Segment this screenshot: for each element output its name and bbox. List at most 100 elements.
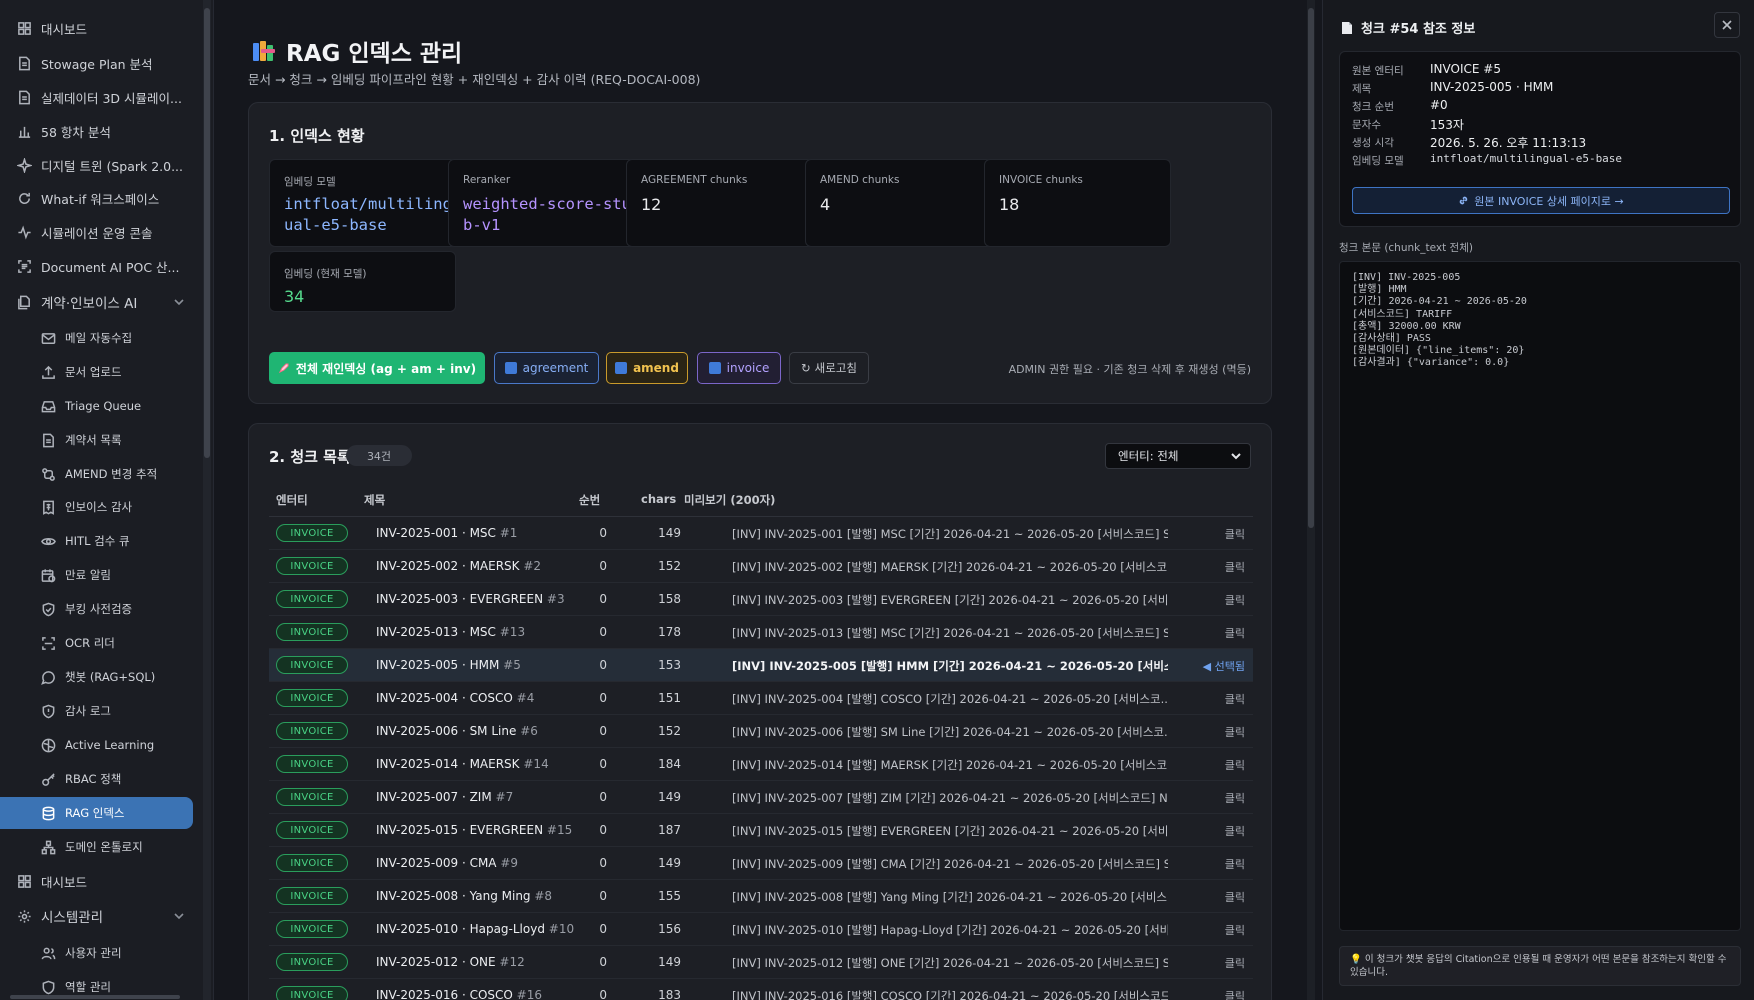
source-detail-label: 원본 INVOICE 상세 페이지로 →: [1474, 194, 1624, 208]
sidebar-item[interactable]: 감사 로그: [0, 695, 200, 727]
table-row[interactable]: INVOICE INV-2025-007 · ZIM #7 0 149 [INV] IN…: [269, 781, 1253, 814]
scan-text-icon: [15, 257, 33, 275]
table-row[interactable]: INVOICE INV-2025-008 · Yang Ming #8 0 155 [I…: [269, 880, 1253, 913]
chunk-id-tag: #2: [523, 559, 542, 573]
row-action[interactable]: 클릭: [1225, 856, 1245, 872]
row-action[interactable]: 클릭: [1225, 724, 1245, 740]
entity-badge: INVOICE: [276, 986, 348, 1000]
sidebar-item[interactable]: 문서 업로드: [0, 356, 200, 388]
sidebar-item[interactable]: OCR 리더: [0, 627, 200, 659]
sidebar-item[interactable]: What-if 워크스페이스: [0, 182, 200, 214]
sidebar-item[interactable]: Stowage Plan 분석: [0, 47, 200, 79]
entity-filter-select[interactable]: 엔터티: 전체: [1105, 443, 1251, 469]
table-row[interactable]: INVOICE INV-2025-010 · Hapag-Lloyd #10 0 15…: [269, 913, 1253, 946]
sidebar-item[interactable]: 58 항차 분석: [0, 115, 200, 147]
sidebar-item[interactable]: 챗봇 (RAG+SQL): [0, 661, 200, 693]
chunk-title-text: INV-2025-012 · ONE: [376, 955, 496, 969]
sidebar-item[interactable]: 도메인 온톨로지: [0, 831, 200, 863]
reindex-invoice-button[interactable]: invoice: [697, 352, 781, 384]
main-scrollbar[interactable]: [1307, 0, 1315, 1000]
table-row[interactable]: INVOICE INV-2025-012 · ONE #12 0 149 [INV] I…: [269, 946, 1253, 979]
row-action[interactable]: 클릭: [1225, 889, 1245, 905]
table-row[interactable]: INVOICE INV-2025-002 · MAERSK #2 0 152 [INV]…: [269, 550, 1253, 583]
table-row[interactable]: INVOICE INV-2025-005 · HMM #5 0 153 [INV] IN…: [269, 649, 1253, 682]
chunk-title-text: INV-2025-015 · EVERGREEN: [376, 823, 544, 837]
chunk-chars: 178: [658, 625, 681, 639]
table-row[interactable]: INVOICE INV-2025-014 · MAERSK #14 0 184 [INV…: [269, 748, 1253, 781]
chunk-preview: [INV] INV-2025-004 [발행] COSCO [기간] 2026-…: [732, 692, 1168, 706]
sidebar-item[interactable]: 계약서 목록: [0, 424, 200, 456]
sidebar-item[interactable]: Triage Queue: [0, 390, 200, 422]
chunk-id-tag: #6: [520, 724, 538, 738]
table-row[interactable]: INVOICE INV-2025-004 · COSCO #4 0 151 [INV] …: [269, 682, 1253, 715]
sidebar-item[interactable]: 부킹 사전검증: [0, 593, 200, 625]
metric-card: AMEND chunks 4: [805, 159, 992, 247]
close-button[interactable]: [1714, 12, 1740, 38]
sidebar-item-label: 시뮬레이션 운영 콘솔: [41, 225, 153, 241]
metric-card: Reranker weighted-score-stub-v1: [448, 159, 635, 247]
chunk-chars: 184: [658, 757, 681, 771]
refresh-button[interactable]: ↻ 새로고침: [789, 352, 869, 384]
panel-title: 청크 #54 참조 정보: [1341, 18, 1475, 37]
reindex-agreement-button[interactable]: agreement: [494, 352, 599, 384]
row-action[interactable]: 클릭: [1225, 526, 1245, 542]
chunk-title: INV-2025-013 · MSC #13: [376, 625, 525, 639]
table-row[interactable]: INVOICE INV-2025-013 · MSC #13 0 178 [INV] I…: [269, 616, 1253, 649]
chunk-title: INV-2025-010 · Hapag-Lloyd #10: [376, 922, 574, 936]
sidebar-item[interactable]: 인보이스 감사: [0, 491, 200, 523]
page-title: RAG 인덱스 관리: [252, 34, 462, 68]
row-action[interactable]: ◀ 선택됨: [1203, 658, 1245, 674]
row-action[interactable]: 클릭: [1225, 823, 1245, 839]
table-row[interactable]: INVOICE INV-2025-016 · COSCO #16 0 183 [INV]…: [269, 979, 1253, 1000]
receipt-icon: [39, 498, 57, 516]
row-action[interactable]: 클릭: [1225, 790, 1245, 806]
sidebar-item[interactable]: 대시보드: [0, 865, 200, 897]
sidebar-item[interactable]: Document AI POC 산...: [0, 250, 200, 282]
sidebar-item[interactable]: 시뮬레이션 운영 콘솔: [0, 216, 200, 248]
reindex-amend-button[interactable]: amend: [606, 352, 688, 384]
table-row[interactable]: INVOICE INV-2025-003 · EVERGREEN #3 0 158 [I…: [269, 583, 1253, 616]
sidebar-item[interactable]: 사용자 관리: [0, 937, 200, 969]
sidebar-item[interactable]: 디지털 트윈 (Spark 2.0...: [0, 149, 200, 181]
row-action[interactable]: 클릭: [1225, 988, 1245, 1000]
sidebar-item[interactable]: 시스템관리: [0, 900, 200, 932]
table-row[interactable]: INVOICE INV-2025-015 · EVERGREEN #15 0 187 […: [269, 814, 1253, 847]
entity-badge: INVOICE: [276, 689, 348, 707]
sidebar-item[interactable]: Active Learning: [0, 729, 200, 761]
row-action[interactable]: 클릭: [1225, 955, 1245, 971]
repeat-icon: [504, 362, 517, 374]
activity-icon: [15, 223, 33, 241]
metric-label: INVOICE chunks: [999, 174, 1083, 186]
eye-icon: [39, 532, 57, 550]
table-row[interactable]: INVOICE INV-2025-006 · SM Line #6 0 152 [INV…: [269, 715, 1253, 748]
dashboard-icon: [15, 19, 33, 37]
sidebar-item-label: 대시보드: [41, 21, 88, 37]
row-action[interactable]: 클릭: [1225, 559, 1245, 575]
sidebar-horizontal-scrollbar[interactable]: [0, 994, 200, 1000]
chunk-title: INV-2025-009 · CMA #9: [376, 856, 518, 870]
row-action[interactable]: 클릭: [1225, 691, 1245, 707]
sidebar-item[interactable]: 실제데이터 3D 시뮬레이...: [0, 81, 200, 113]
sidebar-item[interactable]: 만료 알림: [0, 559, 200, 591]
sidebar-item[interactable]: 메일 자동수집: [0, 322, 200, 354]
sidebar-item[interactable]: AMEND 변경 추적: [0, 458, 200, 490]
sidebar-item[interactable]: RAG 인덱스: [0, 797, 193, 829]
sidebar-item[interactable]: 대시보드: [0, 12, 200, 44]
sidebar-item[interactable]: RBAC 정책: [0, 763, 200, 795]
sidebar-horizontal-scrollbar-thumb[interactable]: [10, 995, 180, 999]
main-scrollbar-thumb[interactable]: [1308, 8, 1314, 528]
reindex-all-button[interactable]: 전체 재인덱싱 (ag + am + inv): [269, 352, 485, 384]
sidebar-scrollbar[interactable]: [203, 0, 211, 1000]
row-action[interactable]: 클릭: [1225, 592, 1245, 608]
row-action[interactable]: 클릭: [1225, 625, 1245, 641]
table-row[interactable]: INVOICE INV-2025-009 · CMA #9 0 149 [INV] IN…: [269, 847, 1253, 880]
sidebar-scrollbar-thumb[interactable]: [204, 8, 210, 458]
sidebar-item[interactable]: HITL 검수 큐: [0, 525, 200, 557]
chunk-title-text: INV-2025-005 · HMM: [376, 658, 500, 672]
table-row[interactable]: INVOICE INV-2025-001 · MSC #1 0 149 [INV] IN…: [269, 517, 1253, 550]
source-detail-link[interactable]: 원본 INVOICE 상세 페이지로 →: [1352, 187, 1730, 214]
row-action[interactable]: 클릭: [1225, 757, 1245, 773]
chunk-chars: 187: [658, 823, 681, 837]
sidebar-item[interactable]: 계약·인보이스 AI: [0, 286, 200, 318]
row-action[interactable]: 클릭: [1225, 922, 1245, 938]
